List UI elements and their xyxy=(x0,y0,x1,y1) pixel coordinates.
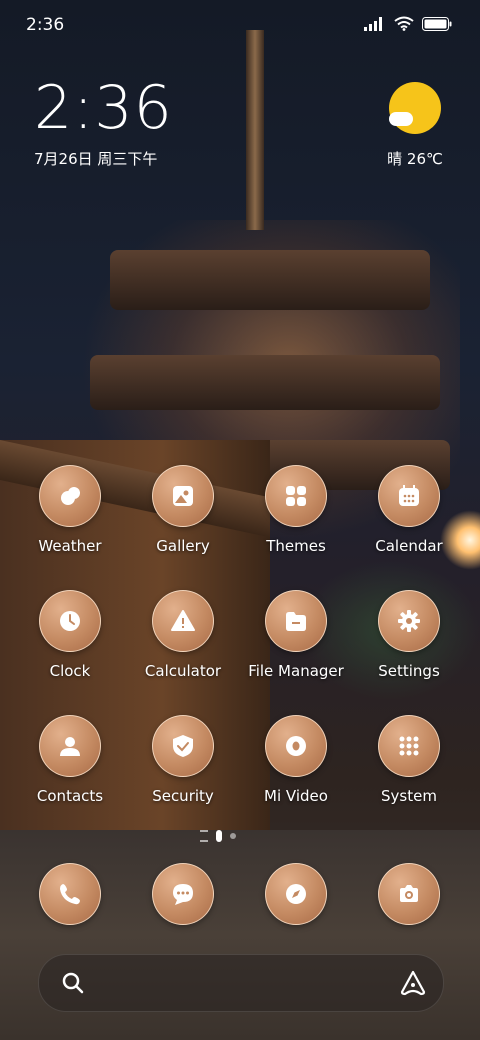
pagoda-roof-2 xyxy=(90,355,440,410)
folder-grid-icon xyxy=(378,715,440,777)
clock-date: 7月26日 周三下午 xyxy=(34,150,158,168)
app-calendar[interactable]: Calendar xyxy=(354,465,464,555)
shield-icon xyxy=(152,715,214,777)
app-label: Security xyxy=(152,787,214,805)
app-calculator[interactable]: Calculator xyxy=(128,590,238,680)
app-label: Calculator xyxy=(144,662,222,680)
app-label: System xyxy=(381,787,437,805)
search-icon[interactable] xyxy=(61,971,85,995)
sunny-icon xyxy=(389,82,441,134)
video-icon xyxy=(265,715,327,777)
app-weather[interactable]: Weather xyxy=(15,465,125,555)
wifi-icon xyxy=(394,16,414,31)
app-clock[interactable]: Clock xyxy=(15,590,125,680)
dock-phone[interactable] xyxy=(15,863,125,925)
app-label: Settings xyxy=(378,662,440,680)
menu-icon xyxy=(200,830,208,842)
folder-icon xyxy=(265,590,327,652)
pagoda-roof-1 xyxy=(110,250,430,310)
app-label: Gallery xyxy=(156,537,210,555)
app-system-folder[interactable]: System xyxy=(354,715,464,805)
gallery-icon xyxy=(152,465,214,527)
app-settings[interactable]: Settings xyxy=(354,590,464,680)
pagoda-spire xyxy=(246,30,264,230)
page-indicator[interactable] xyxy=(200,830,236,842)
weather-icon xyxy=(39,465,101,527)
app-mi-video[interactable]: Mi Video xyxy=(241,715,351,805)
contacts-icon xyxy=(39,715,101,777)
app-contacts[interactable]: Contacts xyxy=(15,715,125,805)
cloud-icon xyxy=(389,112,413,126)
weather-widget[interactable]: 晴 26℃ xyxy=(380,82,450,169)
app-themes[interactable]: Themes xyxy=(241,465,351,555)
dock-browser[interactable] xyxy=(241,863,351,925)
phone-icon xyxy=(39,863,101,925)
page-dot-active xyxy=(216,830,222,842)
signal-icon xyxy=(364,16,382,31)
app-file-manager[interactable]: File Manager xyxy=(241,590,351,680)
clock-widget[interactable]: 2:36 7月26日 周三下午 xyxy=(34,78,173,169)
app-label: Calendar xyxy=(375,537,443,555)
dock-messages[interactable] xyxy=(128,863,238,925)
status-bar: 2:36 xyxy=(0,0,480,50)
app-label: Weather xyxy=(38,537,102,555)
gear-icon xyxy=(378,590,440,652)
app-label: Themes xyxy=(266,537,326,555)
status-time: 2:36 xyxy=(26,15,65,35)
assistant-icon[interactable] xyxy=(399,969,427,997)
weather-text: 晴 26℃ xyxy=(387,150,443,168)
calendar-icon xyxy=(378,465,440,527)
clock-icon xyxy=(39,590,101,652)
clock-time: 2:36 xyxy=(34,73,173,143)
status-icons xyxy=(364,16,452,31)
app-security[interactable]: Security xyxy=(128,715,238,805)
app-label: Clock xyxy=(49,662,91,680)
calculator-icon xyxy=(152,590,214,652)
app-label: Mi Video xyxy=(264,787,328,805)
dock-camera[interactable] xyxy=(354,863,464,925)
app-gallery[interactable]: Gallery xyxy=(128,465,238,555)
battery-icon xyxy=(422,16,452,31)
camera-icon xyxy=(378,863,440,925)
search-bar[interactable] xyxy=(38,954,444,1012)
compass-icon xyxy=(265,863,327,925)
themes-icon xyxy=(265,465,327,527)
app-label: Contacts xyxy=(36,787,104,805)
app-label: File Manager xyxy=(248,662,344,680)
page-dot xyxy=(230,833,236,839)
message-icon xyxy=(152,863,214,925)
